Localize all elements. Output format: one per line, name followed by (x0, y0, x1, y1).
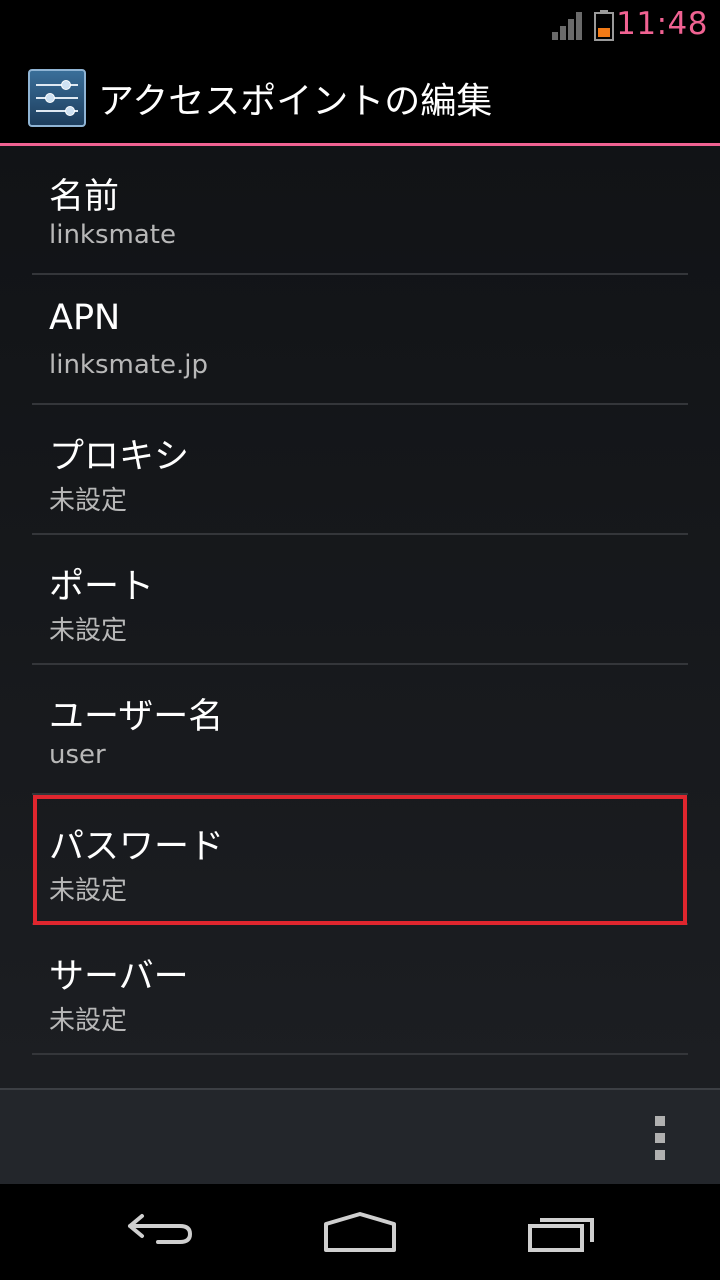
settings-sliders-icon[interactable] (28, 69, 86, 127)
field-value: 未設定 (49, 616, 128, 646)
field-proxy[interactable]: プロキシ 未設定 (32, 406, 688, 535)
clock: 11:48 (616, 6, 708, 42)
action-bar: アクセスポイントの編集 (0, 50, 720, 146)
field-label: プロキシ (49, 437, 190, 477)
field-apn[interactable]: APN linksmate.jp (32, 276, 688, 405)
field-password[interactable]: パスワード 未設定 (32, 796, 688, 925)
back-icon[interactable] (120, 1206, 200, 1258)
field-value: user (49, 740, 106, 770)
field-value: linksmate (49, 220, 176, 250)
field-label: ユーザー名 (49, 697, 224, 737)
field-username[interactable]: ユーザー名 user (32, 666, 688, 795)
field-value: 未設定 (49, 876, 128, 906)
battery-icon (594, 10, 614, 41)
field-label: パスワード (49, 827, 225, 867)
navigation-bar (0, 1184, 720, 1280)
recent-apps-icon[interactable] (522, 1206, 602, 1258)
field-value: 未設定 (49, 486, 128, 516)
field-label: サーバー (49, 957, 189, 997)
status-bar: 11:48 (0, 0, 720, 50)
home-icon[interactable] (320, 1206, 400, 1258)
field-server[interactable]: サーバー 未設定 (32, 926, 688, 1055)
bottom-action-bar (0, 1088, 720, 1184)
signal-icon (552, 12, 582, 40)
field-name[interactable]: 名前 linksmate (32, 146, 688, 275)
field-label: 名前 (49, 177, 120, 217)
field-port[interactable]: ポート 未設定 (32, 536, 688, 665)
field-label: ポート (49, 567, 155, 607)
field-label: APN (49, 298, 121, 338)
field-value: linksmate.jp (49, 350, 208, 380)
field-value: 未設定 (49, 1006, 128, 1036)
page-title: アクセスポイントの編集 (98, 81, 493, 122)
apn-settings-list: 名前 linksmate APN linksmate.jp プロキシ 未設定 ポ… (0, 146, 720, 1088)
overflow-menu-icon[interactable] (650, 1116, 670, 1160)
